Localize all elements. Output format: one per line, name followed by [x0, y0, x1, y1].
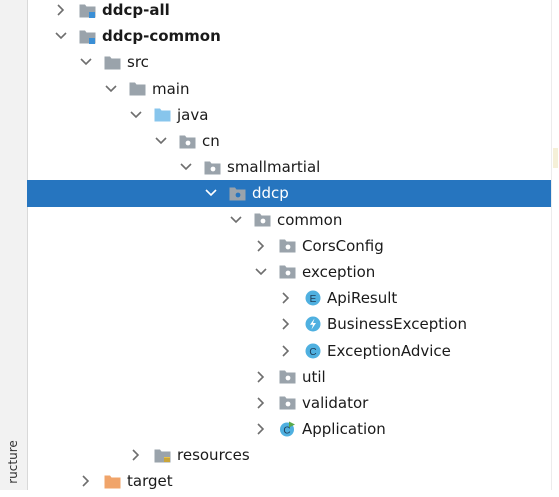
chevron-down-icon[interactable] — [79, 55, 93, 69]
tree-row-label: CorsConfig — [302, 236, 384, 255]
resources-folder-icon — [154, 447, 171, 463]
tree-row-resources[interactable]: resources — [27, 442, 551, 468]
tree-row-application[interactable]: C Application — [27, 416, 551, 442]
gutter-marker — [553, 148, 558, 168]
tree-row-label: exception — [302, 262, 376, 281]
tree-row-label: ddcp — [252, 184, 289, 203]
svg-text:C: C — [309, 347, 316, 358]
package-icon — [179, 133, 196, 149]
structure-tool-window-strip[interactable]: ructure — [0, 0, 28, 490]
chevron-right-icon[interactable] — [54, 3, 68, 17]
tree-row-util[interactable]: util — [27, 364, 551, 390]
tree-row-common[interactable]: common — [27, 207, 551, 233]
tree-row-src[interactable]: src — [27, 49, 551, 75]
tree-row-ddcp-all[interactable]: ddcp-all — [27, 0, 551, 23]
tree-row-label: validator — [302, 393, 369, 412]
package-icon — [279, 264, 296, 280]
tree-row-java[interactable]: java — [27, 102, 551, 128]
tree-row-label: ddcp-common — [102, 27, 221, 46]
tree-row-main[interactable]: main — [27, 76, 551, 102]
chevron-down-icon[interactable] — [154, 134, 168, 148]
chevron-right-icon[interactable] — [129, 448, 143, 462]
tree-row-label: BusinessException — [327, 315, 467, 334]
module-folder-icon — [79, 28, 96, 44]
tree-row-exceptionadvice[interactable]: C ExceptionAdvice — [27, 337, 551, 363]
class-icon: C — [304, 343, 321, 359]
tree-row-target[interactable]: target — [27, 468, 551, 494]
tree-row-label: main — [152, 79, 190, 98]
structure-tab-label[interactable]: ructure — [6, 427, 20, 497]
tree-row-label: ApiResult — [327, 289, 398, 308]
tree-row-label: src — [127, 53, 149, 72]
tree-row-ddcp[interactable]: ddcp — [27, 180, 551, 207]
chevron-down-icon[interactable] — [254, 265, 268, 279]
tree-row-label: ExceptionAdvice — [327, 341, 451, 360]
tree-row-label: target — [127, 472, 173, 491]
chevron-down-icon[interactable] — [179, 160, 193, 174]
chevron-right-icon[interactable] — [254, 422, 268, 436]
folder-icon — [129, 81, 146, 97]
tree-row-exception[interactable]: exception — [27, 259, 551, 285]
tree-row-ddcp-common[interactable]: ddcp-common — [27, 23, 551, 49]
exception-class-icon — [304, 316, 321, 332]
svg-text:E: E — [309, 294, 316, 305]
tree-row-label: ddcp-all — [102, 1, 170, 20]
tree-row-label: java — [177, 105, 209, 124]
enum-icon: E — [304, 290, 321, 306]
tree-row-validator[interactable]: validator — [27, 390, 551, 416]
tree-row-label: util — [302, 367, 326, 386]
chevron-right-icon[interactable] — [254, 370, 268, 384]
package-icon — [204, 159, 221, 175]
tree-row-smallmartial[interactable]: smallmartial — [27, 154, 551, 180]
tree-row-cn[interactable]: cn — [27, 128, 551, 154]
chevron-right-icon[interactable] — [254, 239, 268, 253]
package-icon — [254, 212, 271, 228]
source-folder-icon — [154, 107, 171, 123]
tree-row-label: common — [277, 210, 343, 229]
module-folder-icon — [79, 2, 96, 18]
package-icon — [279, 395, 296, 411]
tree-row-label: cn — [202, 132, 220, 151]
chevron-down-icon[interactable] — [104, 82, 118, 96]
chevron-down-icon[interactable] — [229, 213, 243, 227]
project-tree[interactable]: ddcp-all ddcp-common src main java cn smallmar… — [27, 0, 551, 495]
chevron-right-icon[interactable] — [79, 474, 93, 488]
tree-row-corsconfig[interactable]: CorsConfig — [27, 233, 551, 259]
tree-row-label: smallmartial — [227, 158, 321, 177]
package-icon — [279, 238, 296, 254]
tree-row-label: Application — [302, 420, 386, 439]
tree-row-label: resources — [177, 446, 250, 465]
runnable-class-icon: C — [279, 421, 296, 437]
tree-row-businessexception[interactable]: BusinessException — [27, 311, 551, 337]
tree-row-apiresult[interactable]: E ApiResult — [27, 285, 551, 311]
package-icon — [279, 369, 296, 385]
chevron-right-icon[interactable] — [279, 344, 293, 358]
editor-edge — [551, 0, 559, 490]
folder-icon — [104, 54, 121, 70]
chevron-down-icon[interactable] — [204, 186, 218, 200]
package-icon — [229, 185, 246, 201]
excluded-folder-icon — [104, 473, 121, 489]
chevron-right-icon[interactable] — [279, 317, 293, 331]
chevron-down-icon[interactable] — [54, 29, 68, 43]
chevron-down-icon[interactable] — [129, 108, 143, 122]
chevron-right-icon[interactable] — [279, 291, 293, 305]
chevron-right-icon[interactable] — [254, 396, 268, 410]
